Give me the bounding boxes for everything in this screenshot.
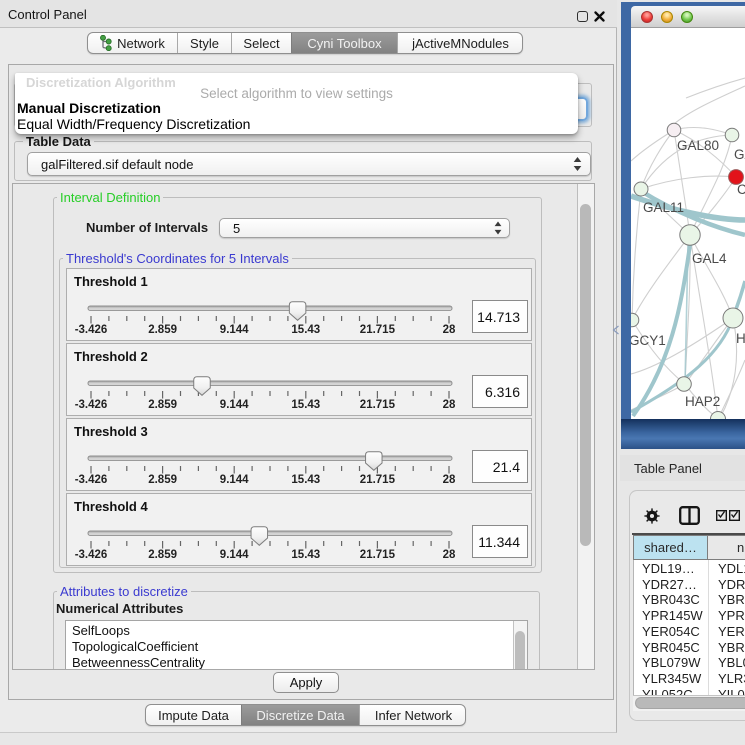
svg-text:C: C <box>737 182 745 197</box>
svg-text:GCY1: GCY1 <box>631 333 666 348</box>
svg-text:GAL11: GAL11 <box>643 200 684 215</box>
svg-text:GAL80: GAL80 <box>677 138 719 153</box>
svg-text:GAL4: GAL4 <box>692 251 727 266</box>
svg-text:HAP2: HAP2 <box>685 394 720 409</box>
svg-text:GA: GA <box>734 147 745 162</box>
svg-text:H: H <box>736 331 745 346</box>
